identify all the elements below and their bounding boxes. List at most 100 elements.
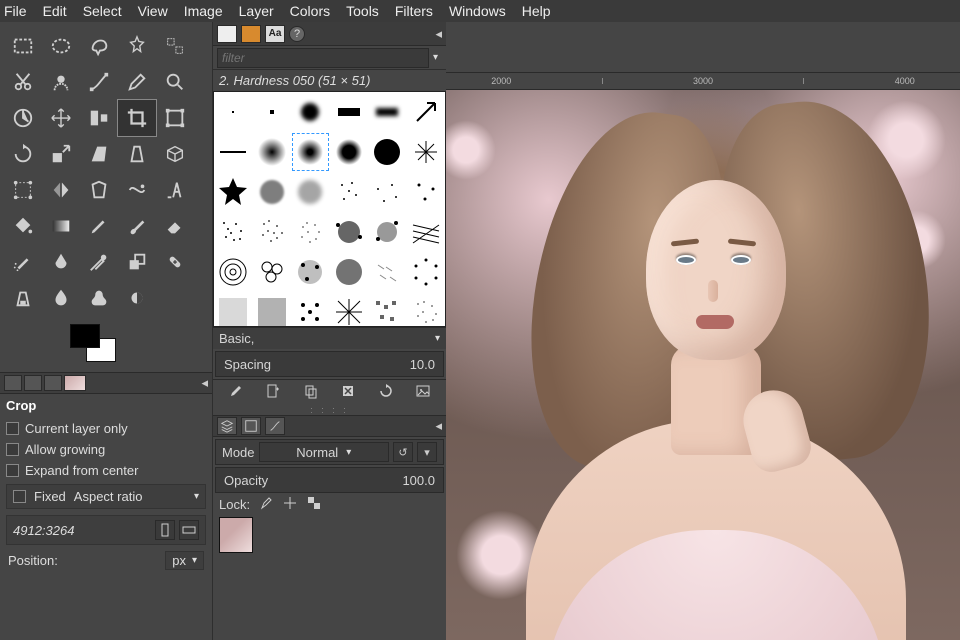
measure-tool[interactable] [4,100,42,136]
menu-help[interactable]: Help [522,3,551,19]
handle-transform-tool[interactable] [4,172,42,208]
brush-star[interactable] [214,172,253,212]
text-tool[interactable] [156,172,194,208]
menu-image[interactable]: Image [184,3,223,19]
brush-splat-1[interactable] [330,212,369,252]
brush-soft-025[interactable] [253,132,292,172]
menu-colors[interactable]: Colors [290,3,330,19]
patterns-tab[interactable] [241,25,261,43]
canvas-image[interactable] [446,90,960,640]
blend-mode-dropdown[interactable]: Normal ▾ [259,442,389,462]
brush-sparse-2[interactable] [368,172,407,212]
position-unit-dropdown[interactable]: px▾ [165,551,204,570]
channels-tab[interactable] [241,417,261,435]
foreground-select-tool[interactable] [42,64,80,100]
brush-soft-flat[interactable] [368,92,407,132]
flip-tool[interactable] [42,172,80,208]
brushes-tab[interactable] [217,25,237,43]
3d-transform-tool[interactable] [156,136,194,172]
menu-layer[interactable]: Layer [239,3,274,19]
cage-tool[interactable] [80,172,118,208]
lock-alpha-button[interactable] [306,495,322,514]
brush-soft-round[interactable] [291,92,330,132]
menu-edit[interactable]: Edit [43,3,67,19]
images-tab[interactable] [64,375,86,391]
menu-select[interactable]: Select [83,3,122,19]
menu-filters[interactable]: Filters [395,3,433,19]
brush-grain[interactable] [368,252,407,292]
brush-sparse-1[interactable] [330,172,369,212]
crop-tool[interactable] [118,100,156,136]
panel-resize-handle[interactable]: : : : : [213,405,446,415]
scale-tool[interactable] [42,136,80,172]
dock-menu-icon[interactable]: ◂ [435,418,442,434]
pencil-tool[interactable] [80,208,118,244]
brush-crosshatch[interactable] [407,212,446,252]
brush-texture-6[interactable] [407,292,446,327]
paintbrush-tool[interactable] [118,208,156,244]
mode-menu-button[interactable]: ▾ [417,442,437,462]
brush-texture-1[interactable] [214,292,253,327]
brush-texture-5[interactable] [368,292,407,327]
warp-tool[interactable] [118,172,156,208]
duplicate-brush-button[interactable] [303,383,319,402]
gradient-tool[interactable] [42,208,80,244]
lock-position-button[interactable] [282,495,298,514]
smudge-tool[interactable] [80,280,118,316]
dock-menu-icon[interactable]: ◂ [201,375,208,391]
brush-noise-3[interactable] [291,212,330,252]
color-picker-tool[interactable] [118,64,156,100]
brush-spacing-slider[interactable]: Spacing 10.0 [215,351,444,377]
fixed-mode-dropdown[interactable]: Aspect ratio ▾ [74,489,199,504]
refresh-brushes-button[interactable] [378,383,394,402]
brush-chalk-1[interactable] [253,172,292,212]
horizontal-ruler[interactable]: 2000 3000 4000 [446,72,960,90]
layer-opacity-slider[interactable]: Opacity 100.0 [215,467,444,493]
perspective-tool[interactable] [118,136,156,172]
move-tool[interactable] [42,100,80,136]
brush-spark[interactable] [407,132,446,172]
heal-tool[interactable] [156,244,194,280]
landscape-orientation-button[interactable] [179,520,199,540]
align-tool[interactable] [80,100,118,136]
unified-transform-tool[interactable] [156,100,194,136]
mypaint-brush-tool[interactable] [80,244,118,280]
dock-menu-icon[interactable]: ◂ [435,26,442,42]
allow-growing-checkbox[interactable] [6,443,19,456]
brush-hard-flat[interactable] [330,92,369,132]
rectangle-select-tool[interactable] [4,28,42,64]
brush-pixel-3[interactable] [253,92,292,132]
menu-windows[interactable]: Windows [449,3,506,19]
free-select-tool[interactable] [80,28,118,64]
airbrush-tool[interactable] [4,244,42,280]
brush-collection-dropdown[interactable]: Basic, ▾ [213,327,446,349]
brush-hardness-050[interactable] [291,132,330,172]
brush-scatter-1[interactable] [291,252,330,292]
menu-tools[interactable]: Tools [346,3,379,19]
ellipse-select-tool[interactable] [42,28,80,64]
brush-hardness-075[interactable] [330,132,369,172]
paths-panel-tab[interactable] [265,417,285,435]
expand-from-center-checkbox[interactable] [6,464,19,477]
dodge-burn-tool[interactable] [118,280,156,316]
brush-pixel-1[interactable] [214,92,253,132]
brush-filter-input[interactable] [217,48,429,68]
ink-tool[interactable] [42,244,80,280]
layer-thumbnail[interactable] [219,517,253,553]
brush-noise-1[interactable] [214,212,253,252]
fonts-tab[interactable]: Aa [265,25,285,43]
delete-brush-button[interactable] [340,383,356,402]
tool-options-tab[interactable] [4,375,22,391]
layers-tab[interactable] [217,417,237,435]
brush-scatter-2[interactable] [330,252,369,292]
paths-tool[interactable] [80,64,118,100]
device-status-tab[interactable] [24,375,42,391]
swap-colors-icon[interactable] [62,348,72,358]
brush-texture-2[interactable] [253,292,292,327]
chevron-down-icon[interactable]: ▾ [429,52,442,63]
portrait-orientation-button[interactable] [155,520,175,540]
mode-reset-button[interactable]: ↺ [393,442,413,462]
brush-noise-2[interactable] [253,212,292,252]
brush-texture-4[interactable] [330,292,369,327]
current-layer-only-checkbox[interactable] [6,422,19,435]
